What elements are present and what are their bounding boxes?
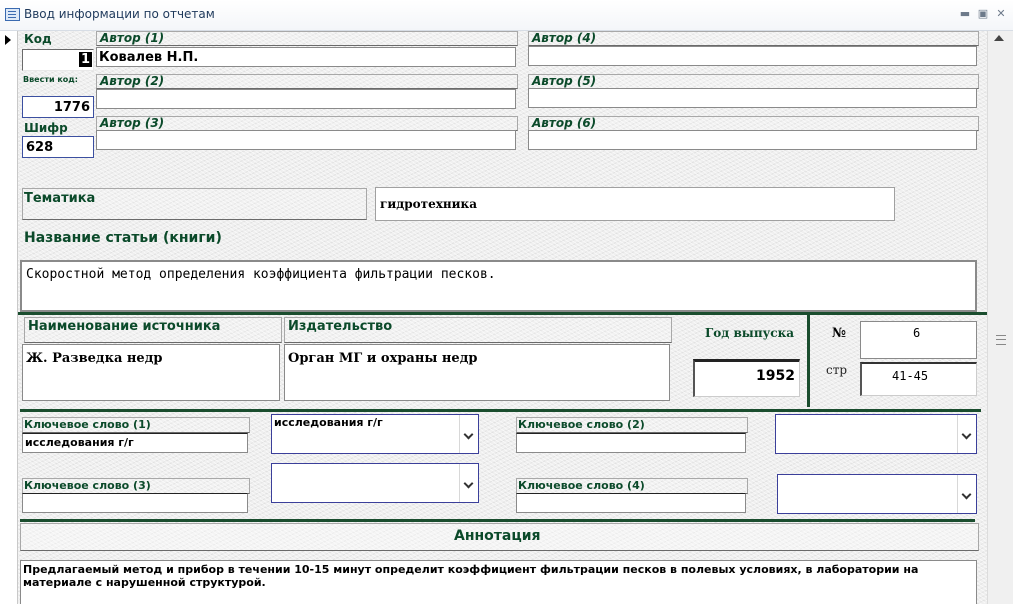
publisher-value: Орган МГ и охраны недр [288, 351, 478, 366]
enter-code-label: Ввести код: [23, 75, 78, 84]
title-label: Название статьи (книги) [24, 230, 222, 246]
keyword-2-label: Ключевое слово (2) [518, 418, 645, 431]
keyword-4-field[interactable] [516, 493, 746, 513]
close-icon[interactable]: ✕ [993, 7, 1009, 21]
author-3-label: Автор (3) [100, 116, 165, 130]
chevron-down-icon[interactable] [957, 475, 976, 513]
pages-field[interactable]: 41-45 [860, 362, 977, 396]
author-6-field[interactable] [528, 130, 977, 150]
chevron-down-icon[interactable] [459, 415, 478, 453]
form-icon [5, 8, 20, 21]
section-divider-2 [20, 409, 981, 412]
keyword-1-combo[interactable]: исследования г/г [271, 414, 479, 454]
source-label: Наименование источника [28, 319, 221, 334]
scroll-up-icon[interactable] [994, 35, 1004, 41]
annotation-value: Предлагаемый метод и прибор в течении 10… [23, 563, 919, 589]
author-5-field[interactable] [528, 88, 977, 108]
section-vertical-divider [807, 315, 810, 407]
pages-label: стр [826, 363, 848, 377]
number-field[interactable]: 6 [860, 321, 977, 359]
code-value: 1 [78, 52, 92, 67]
keyword-1-value: исследования г/г [25, 436, 134, 449]
author-1-field[interactable]: Ковалев Н.П. [96, 47, 516, 67]
title-value: Скоростной метод определения коэффициент… [26, 267, 496, 282]
restore-icon[interactable]: ▣ [975, 7, 991, 21]
author-5-label: Автор (5) [532, 74, 597, 88]
keyword-3-field[interactable] [22, 493, 248, 513]
keyword-2-field[interactable] [516, 433, 746, 453]
scrollbar-grip[interactable] [996, 335, 1006, 345]
author-2-field[interactable] [96, 89, 516, 109]
number-label: № [832, 326, 847, 341]
author-2-label: Автор (2) [100, 74, 165, 88]
keyword-2-combo[interactable] [775, 414, 977, 454]
year-value: 1952 [756, 368, 795, 384]
author-1-label: Автор (1) [100, 31, 165, 45]
access-form-window: Ввод информации по отчетам ▬ ▣ ✕ Код 1 В… [0, 0, 1013, 604]
topic-label: Тематика [24, 191, 96, 206]
vertical-scrollbar[interactable] [987, 31, 1013, 604]
form-body: Код 1 Ввести код: 1776 Шифр 628 Автор (1… [18, 31, 987, 604]
author-1-value: Ковалев Н.П. [99, 50, 199, 65]
title-bar: Ввод информации по отчетам ▬ ▣ ✕ [0, 0, 1013, 31]
enter-code-value: 1776 [53, 100, 90, 115]
publisher-field[interactable]: Орган МГ и охраны недр [284, 344, 670, 401]
record-selector[interactable] [0, 31, 18, 604]
keyword-4-label: Ключевое слово (4) [518, 479, 645, 492]
section-divider-3 [20, 519, 975, 522]
keyword-1-combo-value: исследования г/г [274, 416, 383, 429]
code-label: Код [24, 32, 52, 46]
keyword-4-combo[interactable] [777, 474, 977, 514]
keyword-1-field[interactable]: исследования г/г [22, 433, 248, 453]
topic-value: гидротехника [380, 197, 477, 211]
keyword-3-combo[interactable] [271, 463, 479, 503]
window-title: Ввод информации по отчетам [24, 7, 215, 21]
number-value: 6 [913, 326, 921, 340]
section-divider-1 [18, 312, 987, 315]
chevron-down-icon[interactable] [459, 464, 478, 502]
title-field[interactable]: Скоростной метод определения коэффициент… [20, 260, 977, 312]
source-field[interactable]: Ж. Разведка недр [22, 344, 280, 401]
pages-value: 41-45 [892, 369, 929, 383]
annotation-field[interactable]: Предлагаемый метод и прибор в течении 10… [20, 560, 977, 604]
year-label: Год выпуска [705, 326, 795, 340]
source-value: Ж. Разведка недр [26, 351, 163, 366]
minimize-icon[interactable]: ▬ [957, 7, 973, 21]
publisher-label: Издательство [288, 319, 393, 334]
annotation-label: Аннотация [454, 528, 541, 544]
code-field[interactable]: 1 [22, 49, 94, 71]
author-6-label: Автор (6) [532, 116, 597, 130]
author-3-field[interactable] [96, 130, 516, 150]
chevron-down-icon[interactable] [957, 415, 976, 453]
record-selector-icon [5, 35, 11, 45]
cipher-field[interactable]: 628 [22, 136, 94, 158]
cipher-value: 628 [26, 140, 54, 155]
keyword-3-label: Ключевое слово (3) [24, 479, 151, 492]
cipher-label: Шифр [24, 121, 68, 135]
enter-code-field[interactable]: 1776 [22, 96, 94, 118]
keyword-1-label: Ключевое слово (1) [24, 418, 151, 431]
author-4-label: Автор (4) [532, 31, 597, 45]
author-4-field[interactable] [528, 46, 977, 66]
year-field[interactable]: 1952 [693, 359, 800, 397]
topic-field[interactable]: гидротехника [375, 187, 895, 221]
